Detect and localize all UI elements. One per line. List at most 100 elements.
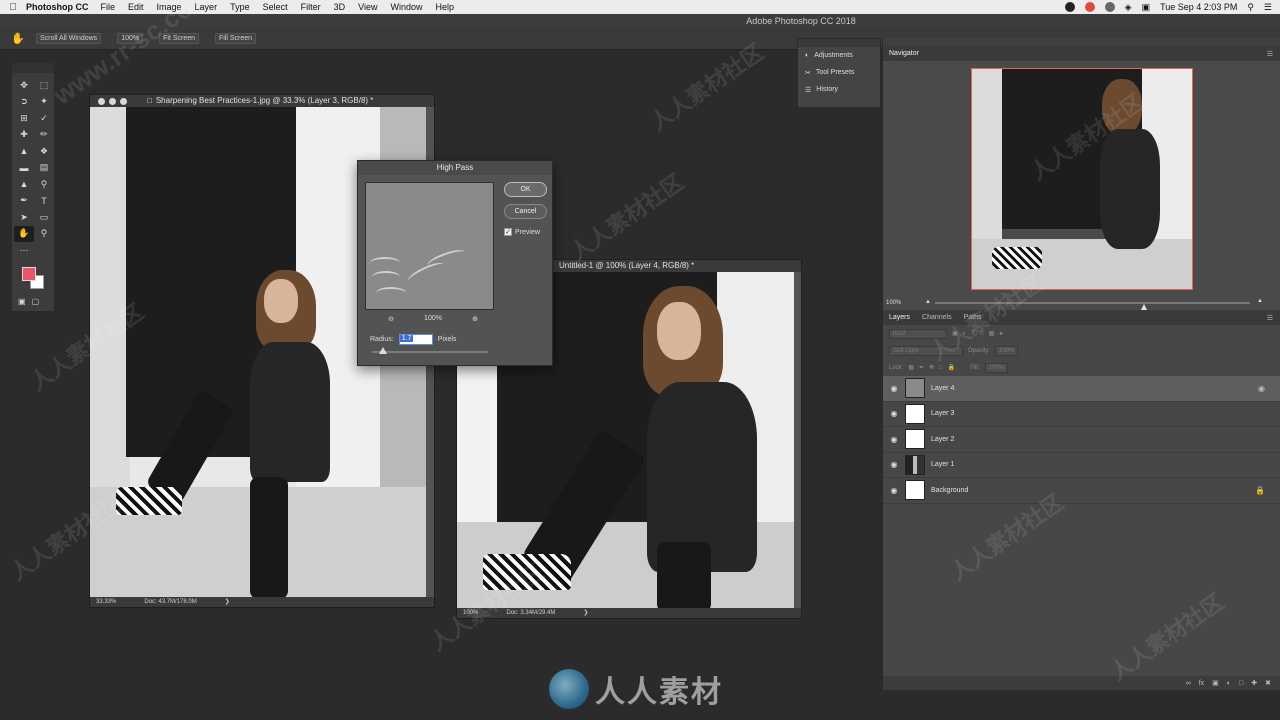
preview-checkbox-row[interactable]: ✓ Preview bbox=[504, 228, 540, 236]
hand-tool-icon[interactable]: ✋ bbox=[14, 225, 34, 242]
dialog-title[interactable]: High Pass bbox=[358, 161, 552, 175]
quick-mask-icon[interactable]: ▣ bbox=[18, 297, 26, 306]
zoom-out-icon[interactable]: ⊖ bbox=[388, 315, 394, 323]
panel-menu-icon[interactable]: ☰ bbox=[1267, 50, 1273, 58]
menu-window[interactable]: Window bbox=[390, 2, 422, 12]
layer-thumbnail[interactable] bbox=[905, 403, 925, 424]
tab-layers[interactable]: Layers bbox=[889, 314, 910, 321]
new-layer-icon[interactable]: ✚ bbox=[1251, 679, 1257, 687]
gradient-tool-icon[interactable]: ▤ bbox=[34, 160, 54, 177]
zoom-tool-icon[interactable]: ⚲ bbox=[34, 226, 54, 243]
filter-pixel-icon[interactable]: ▣ bbox=[952, 330, 958, 337]
ok-button[interactable]: OK bbox=[504, 182, 547, 197]
tab-channels[interactable]: Channels bbox=[922, 314, 952, 321]
layer-name[interactable]: Layer 2 bbox=[931, 436, 954, 443]
navigator-zoom-slider[interactable] bbox=[935, 302, 1250, 310]
app-menu[interactable]: Photoshop CC bbox=[26, 2, 89, 12]
menu-image[interactable]: Image bbox=[157, 2, 182, 12]
doc1-title-bar[interactable]: □ Sharpening Best Practices-1.jpg @ 33.3… bbox=[90, 95, 434, 107]
kind-filter-select[interactable]: Kind bbox=[889, 328, 947, 339]
history-brush-tool-icon[interactable]: ❖ bbox=[34, 143, 54, 160]
tab-navigator[interactable]: Navigator bbox=[889, 50, 919, 57]
filter-toggle-icon[interactable]: ● bbox=[999, 331, 1003, 337]
dodge-tool-icon[interactable]: ⚲ bbox=[34, 176, 54, 193]
menu-layer[interactable]: Layer bbox=[195, 2, 218, 12]
radius-input[interactable]: 1.7 bbox=[398, 334, 433, 345]
filter-shape-icon[interactable]: □ bbox=[980, 331, 984, 337]
fill-screen-button[interactable]: Fill Screen bbox=[215, 33, 257, 44]
add-mask-icon[interactable]: ▣ bbox=[1212, 679, 1219, 687]
fit-screen-button[interactable]: Fit Screen bbox=[159, 33, 199, 44]
layer-style-icon[interactable]: fx bbox=[1199, 680, 1204, 687]
filter-adjustment-icon[interactable]: ◐ bbox=[963, 331, 967, 337]
cancel-button[interactable]: Cancel bbox=[504, 204, 547, 219]
pen-tool-icon[interactable]: ✒ bbox=[14, 193, 34, 210]
more-tools-icon[interactable]: ⋯ bbox=[14, 242, 34, 259]
brush-tool-icon[interactable]: ✏ bbox=[34, 127, 54, 144]
zoom-out-small-icon[interactable]: ▲ bbox=[925, 299, 931, 305]
visibility-eye-icon[interactable]: ◉ bbox=[883, 435, 905, 444]
new-group-icon[interactable]: □ bbox=[1239, 680, 1243, 687]
zoom-in-icon[interactable]: ⊕ bbox=[472, 315, 478, 323]
layer-row-layer-2[interactable]: ◉ Layer 2 bbox=[883, 427, 1280, 453]
close-window-icon[interactable] bbox=[98, 97, 105, 105]
doc1-zoom[interactable]: 33.33% bbox=[96, 597, 116, 607]
apple-menu-icon[interactable]:  bbox=[0, 2, 26, 13]
doc2-zoom[interactable]: 100% bbox=[463, 608, 478, 618]
clock[interactable]: Tue Sep 4 2:03 PM bbox=[1160, 2, 1237, 12]
visibility-eye-icon[interactable]: ◉ bbox=[883, 460, 905, 469]
search-icon[interactable]: ⚲ bbox=[1247, 2, 1254, 13]
layer-thumbnail[interactable] bbox=[905, 378, 925, 399]
layer-thumbnail[interactable] bbox=[905, 454, 925, 475]
menu-3d[interactable]: 3D bbox=[334, 2, 346, 12]
sync-icon[interactable] bbox=[1104, 2, 1115, 12]
lasso-tool-icon[interactable]: ➲ bbox=[14, 94, 34, 111]
menu-list-icon[interactable]: ☰ bbox=[1264, 2, 1272, 13]
filter-type-icon[interactable]: T bbox=[971, 331, 975, 337]
app-status-icon[interactable] bbox=[1064, 2, 1075, 12]
layer-name[interactable]: Layer 1 bbox=[931, 461, 954, 468]
visibility-eye-icon[interactable]: ◉ bbox=[883, 409, 905, 418]
radius-slider[interactable] bbox=[372, 347, 488, 354]
type-tool-icon[interactable]: T bbox=[34, 193, 54, 210]
menu-filter[interactable]: Filter bbox=[301, 2, 321, 12]
lock-image-icon[interactable]: ✒ bbox=[919, 364, 924, 371]
filter-preview[interactable] bbox=[365, 182, 494, 310]
layer-row-layer-3[interactable]: ◉ Layer 3 bbox=[883, 402, 1280, 427]
layer-name[interactable]: Layer 4 bbox=[931, 385, 954, 392]
menu-type[interactable]: Type bbox=[230, 2, 250, 12]
lock-icon[interactable]: 🔒 bbox=[1255, 486, 1265, 495]
blend-mode-select[interactable]: Soft Light bbox=[889, 345, 963, 356]
rectangle-tool-icon[interactable]: ▭ bbox=[34, 209, 54, 226]
opacity-input[interactable]: 100% bbox=[995, 345, 1019, 356]
path-selection-tool-icon[interactable]: ➤ bbox=[14, 209, 34, 226]
collapsed-panels-header[interactable] bbox=[798, 39, 880, 47]
lock-transparent-icon[interactable]: ▦ bbox=[908, 364, 914, 371]
wifi-icon[interactable]: ◈ bbox=[1125, 2, 1132, 13]
layer-name[interactable]: Layer 3 bbox=[931, 410, 954, 417]
foreground-color-swatch[interactable] bbox=[22, 266, 36, 281]
layer-row-background[interactable]: ◉ Background 🔒 bbox=[883, 478, 1280, 504]
layer-name[interactable]: Background bbox=[931, 487, 968, 494]
blur-tool-icon[interactable]: ▲ bbox=[14, 176, 34, 193]
menu-view[interactable]: View bbox=[358, 2, 377, 12]
new-adjustment-layer-icon[interactable]: ◐ bbox=[1227, 680, 1231, 687]
healing-brush-tool-icon[interactable]: ✚ bbox=[14, 127, 34, 144]
navigator-thumbnail[interactable] bbox=[971, 68, 1193, 290]
zoom-window-icon[interactable] bbox=[120, 97, 127, 105]
scroll-all-windows-checkbox[interactable]: Scroll All Windows bbox=[36, 33, 102, 44]
eraser-tool-icon[interactable]: ▬ bbox=[14, 160, 34, 177]
fill-input[interactable]: 100% bbox=[984, 362, 1008, 373]
panel-grip[interactable] bbox=[12, 63, 54, 73]
creative-cloud-icon[interactable] bbox=[1084, 2, 1095, 12]
layer-thumbnail[interactable] bbox=[905, 480, 925, 501]
radius-slider-knob[interactable] bbox=[379, 347, 387, 354]
adjustments-panel-button[interactable]: ◐ Adjustments bbox=[798, 47, 880, 64]
zoom-in-small-icon[interactable]: ▲ bbox=[1257, 298, 1263, 304]
minimize-window-icon[interactable] bbox=[109, 97, 116, 105]
preview-checkbox[interactable]: ✓ bbox=[504, 228, 512, 236]
eyedropper-tool-icon[interactable]: ✓ bbox=[34, 110, 54, 127]
menu-file[interactable]: File bbox=[101, 2, 116, 12]
marquee-tool-icon[interactable]: ⬚ bbox=[34, 77, 54, 94]
doc1-status-arrow-icon[interactable]: ❯ bbox=[225, 597, 230, 607]
